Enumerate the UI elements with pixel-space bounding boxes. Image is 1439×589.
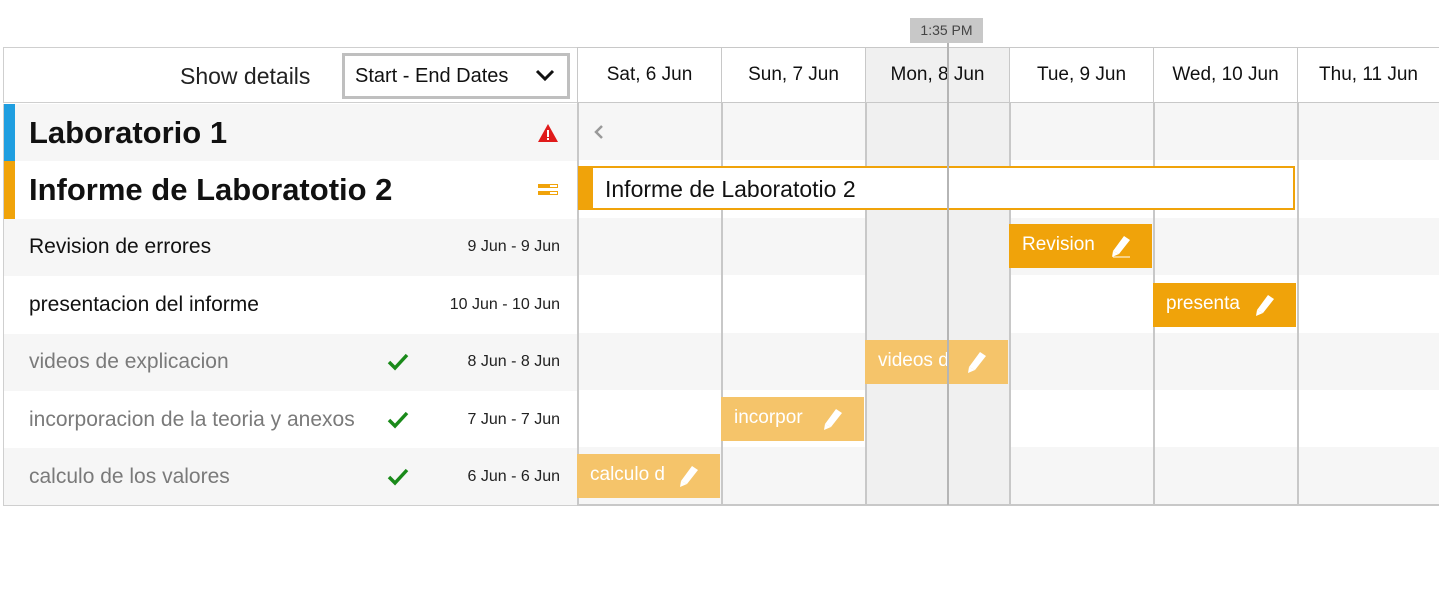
summary-bars-icon — [538, 184, 558, 196]
task-bar-label: calculo d — [590, 464, 665, 485]
task-list: Laboratorio 1 Informe de Laboratotio 2 R… — [3, 104, 577, 506]
task-name: incorporacion de la teoria y anexos — [29, 407, 355, 431]
task-name: presentacion del informe — [29, 292, 259, 316]
pencil-icon[interactable] — [1254, 293, 1276, 317]
task-name: videos de explicacion — [29, 350, 229, 374]
task-name: calculo de los valores — [29, 465, 230, 489]
task-list-bottom-border — [3, 505, 577, 506]
pencil-icon[interactable] — [822, 407, 844, 431]
chevron-left-icon[interactable] — [591, 123, 607, 141]
day-column — [577, 103, 721, 505]
show-details-dropdown-value: Start - End Dates — [355, 65, 509, 87]
task-row[interactable]: presentacion del informe 10 Jun - 10 Jun — [3, 276, 577, 333]
task-dates: 7 Jun - 7 Jun — [467, 410, 561, 428]
pencil-icon[interactable] — [1110, 234, 1132, 258]
gantt-timeline: Sat, 6 Jun Sun, 7 Jun Mon, 8 Jun Tue, 9 … — [577, 47, 1439, 506]
current-time-marker-label: 1:35 PM — [910, 18, 983, 43]
task-list-border — [3, 104, 4, 505]
day-header: Wed, 10 Jun — [1153, 47, 1297, 103]
task-name: Revision de errores — [29, 235, 212, 259]
task-dates: 10 Jun - 10 Jun — [449, 295, 560, 313]
task-row[interactable]: incorporacion de la teoria y anexos 7 Ju… — [3, 391, 577, 448]
task-group-row[interactable]: Informe de Laboratotio 2 — [3, 161, 577, 219]
day-header: Tue, 9 Jun — [1009, 47, 1153, 103]
checkmark-icon — [387, 468, 409, 486]
task-row[interactable]: calculo de los valores 6 Jun - 6 Jun — [3, 448, 577, 506]
task-bar-completed[interactable]: calculo d — [577, 454, 720, 498]
pencil-icon[interactable] — [678, 464, 700, 488]
task-group-row[interactable]: Laboratorio 1 — [3, 104, 577, 162]
task-dates: 9 Jun - 9 Jun — [467, 238, 561, 256]
task-bar-label: presenta — [1166, 293, 1240, 314]
task-bar-label: incorpor — [734, 407, 803, 428]
current-time-line — [947, 43, 949, 505]
day-column-today — [865, 103, 1009, 505]
task-bar-label: videos d — [878, 350, 949, 371]
task-list-header: Show details Start - End Dates — [3, 47, 577, 103]
day-header: Sat, 6 Jun — [577, 47, 721, 103]
group-name: Laboratorio 1 — [29, 114, 228, 150]
day-column — [721, 103, 865, 505]
summary-bar-label: Informe de Laboratotio 2 — [605, 176, 856, 202]
warning-icon — [538, 123, 558, 142]
task-bar-label: Revision — [1022, 234, 1095, 255]
task-bar[interactable]: Revision — [1009, 224, 1152, 268]
show-details-dropdown[interactable]: Start - End Dates — [342, 53, 570, 99]
summary-task-bar[interactable]: Informe de Laboratotio 2 — [578, 166, 1295, 210]
task-row[interactable]: Revision de errores 9 Jun - 9 Jun — [3, 218, 577, 277]
task-dates: 6 Jun - 6 Jun — [467, 468, 561, 486]
day-header: Sun, 7 Jun — [721, 47, 865, 103]
group-color-stripe — [3, 161, 15, 219]
task-bar-completed[interactable]: incorpor — [721, 397, 864, 441]
show-details-label: Show details — [180, 63, 311, 89]
pencil-icon[interactable] — [966, 350, 988, 374]
group-color-stripe — [3, 104, 15, 162]
task-dates: 8 Jun - 8 Jun — [467, 353, 561, 371]
day-column — [1009, 103, 1153, 505]
task-bar[interactable]: presenta — [1153, 283, 1296, 327]
group-name: Informe de Laboratotio 2 — [29, 172, 393, 208]
task-bar-completed[interactable]: videos d — [865, 340, 1008, 384]
day-column — [1297, 103, 1439, 505]
day-header-today: Mon, 8 Jun — [865, 47, 1009, 103]
day-header: Thu, 11 Jun — [1297, 47, 1439, 103]
checkmark-icon — [387, 411, 409, 429]
chevron-down-icon — [535, 69, 555, 82]
summary-bar-accent — [580, 168, 593, 208]
timeline-bottom-border — [577, 504, 1439, 506]
task-row[interactable]: videos de explicacion 8 Jun - 8 Jun — [3, 333, 577, 391]
checkmark-icon — [387, 354, 409, 371]
